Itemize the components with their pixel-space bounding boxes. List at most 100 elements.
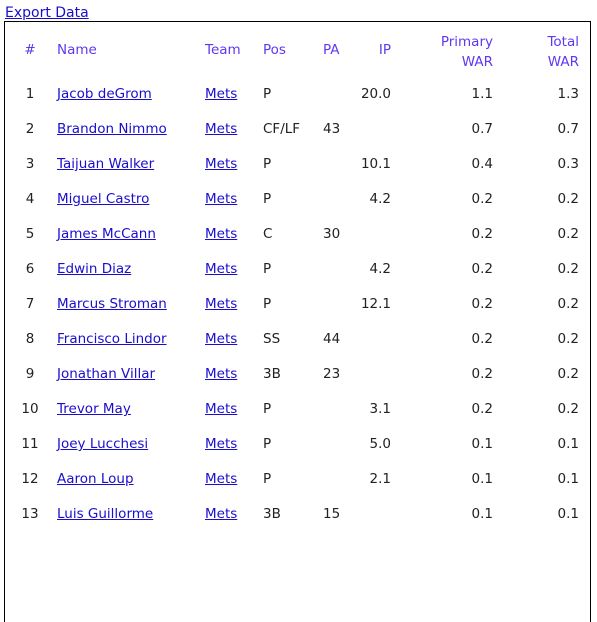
innings-pitched: 4.2 xyxy=(369,191,391,207)
table-row: 1 Jacob deGrom Mets P 20.0 1.1 1.3 xyxy=(5,86,590,106)
header-num[interactable]: # xyxy=(5,42,55,58)
position: 3B xyxy=(263,366,281,382)
total-war: 0.1 xyxy=(557,506,579,522)
table-row: 6 Edwin Diaz Mets P 4.2 0.2 0.2 xyxy=(5,261,590,281)
team-link[interactable]: Mets xyxy=(205,86,237,102)
primary-war: 1.1 xyxy=(471,86,493,102)
header-pa[interactable]: PA xyxy=(323,42,340,58)
player-link[interactable]: Edwin Diaz xyxy=(57,261,131,277)
primary-war: 0.2 xyxy=(471,191,493,207)
innings-pitched: 4.2 xyxy=(369,261,391,277)
player-link[interactable]: Joey Lucchesi xyxy=(57,436,148,452)
table-row: 11 Joey Lucchesi Mets P 5.0 0.1 0.1 xyxy=(5,436,590,456)
team-link[interactable]: Mets xyxy=(205,436,237,452)
player-link[interactable]: Taijuan Walker xyxy=(57,156,154,172)
export-data-link[interactable]: Export Data xyxy=(5,5,89,21)
position: P xyxy=(263,471,272,487)
row-num: 11 xyxy=(21,436,39,452)
plate-appearances: 15 xyxy=(323,506,341,522)
row-num: 1 xyxy=(25,86,35,102)
row-num: 6 xyxy=(25,261,35,277)
total-war: 0.1 xyxy=(557,436,579,452)
player-link[interactable]: Marcus Stroman xyxy=(57,296,167,312)
header-primary-war-line1: Primary xyxy=(440,34,493,50)
position: P xyxy=(263,156,272,172)
primary-war: 0.1 xyxy=(471,506,493,522)
total-war: 0.2 xyxy=(557,191,579,207)
primary-war: 0.2 xyxy=(471,226,493,242)
header-total-war[interactable]: Total WAR xyxy=(547,32,579,72)
player-link[interactable]: Francisco Lindor xyxy=(57,331,167,347)
position: P xyxy=(263,86,272,102)
total-war: 0.1 xyxy=(557,471,579,487)
table-row: 2 Brandon Nimmo Mets CF/LF 43 0.7 0.7 xyxy=(5,121,590,141)
row-num: 9 xyxy=(25,366,35,382)
team-link[interactable]: Mets xyxy=(205,471,237,487)
innings-pitched: 3.1 xyxy=(369,401,391,417)
header-ip[interactable]: IP xyxy=(379,42,391,58)
header-name[interactable]: Name xyxy=(57,42,97,58)
plate-appearances: 30 xyxy=(323,226,341,242)
total-war: 0.7 xyxy=(557,121,579,137)
primary-war: 0.2 xyxy=(471,366,493,382)
primary-war: 0.4 xyxy=(471,156,493,172)
primary-war: 0.1 xyxy=(471,436,493,452)
total-war: 0.2 xyxy=(557,331,579,347)
table-row: 10 Trevor May Mets P 3.1 0.2 0.2 xyxy=(5,401,590,421)
primary-war: 0.2 xyxy=(471,331,493,347)
innings-pitched: 5.0 xyxy=(369,436,391,452)
header-pos[interactable]: Pos xyxy=(263,42,286,58)
team-link[interactable]: Mets xyxy=(205,226,237,242)
table-row: 12 Aaron Loup Mets P 2.1 0.1 0.1 xyxy=(5,471,590,491)
team-link[interactable]: Mets xyxy=(205,261,237,277)
row-num: 3 xyxy=(25,156,35,172)
plate-appearances: 23 xyxy=(323,366,341,382)
team-link[interactable]: Mets xyxy=(205,366,237,382)
player-link[interactable]: Luis Guillorme xyxy=(57,506,153,522)
table-row: 8 Francisco Lindor Mets SS 44 0.2 0.2 xyxy=(5,331,590,351)
player-link[interactable]: Aaron Loup xyxy=(57,471,134,487)
innings-pitched: 20.0 xyxy=(360,86,391,102)
total-war: 0.3 xyxy=(557,156,579,172)
total-war: 1.3 xyxy=(557,86,579,102)
player-link[interactable]: Jacob deGrom xyxy=(57,86,152,102)
total-war: 0.2 xyxy=(557,401,579,417)
row-num: 4 xyxy=(25,191,35,207)
table-row: 13 Luis Guillorme Mets 3B 15 0.1 0.1 xyxy=(5,506,590,526)
team-link[interactable]: Mets xyxy=(205,296,237,312)
player-link[interactable]: Miguel Castro xyxy=(57,191,149,207)
table-row: 3 Taijuan Walker Mets P 10.1 0.4 0.3 xyxy=(5,156,590,176)
plate-appearances: 43 xyxy=(323,121,341,137)
team-link[interactable]: Mets xyxy=(205,401,237,417)
header-primary-war[interactable]: Primary WAR xyxy=(441,32,493,72)
primary-war: 0.2 xyxy=(471,401,493,417)
player-link[interactable]: Jonathan Villar xyxy=(57,366,155,382)
player-link[interactable]: Trevor May xyxy=(57,401,131,417)
table-row: 7 Marcus Stroman Mets P 12.1 0.2 0.2 xyxy=(5,296,590,316)
primary-war: 0.7 xyxy=(471,121,493,137)
team-link[interactable]: Mets xyxy=(205,156,237,172)
table-row: 4 Miguel Castro Mets P 4.2 0.2 0.2 xyxy=(5,191,590,211)
innings-pitched: 12.1 xyxy=(360,296,391,312)
header-team[interactable]: Team xyxy=(205,42,241,58)
player-link[interactable]: James McCann xyxy=(57,226,156,242)
table-header: # Name Team Pos PA IP Primary WAR Total WA… xyxy=(5,32,590,72)
team-link[interactable]: Mets xyxy=(205,506,237,522)
total-war: 0.2 xyxy=(557,296,579,312)
team-link[interactable]: Mets xyxy=(205,121,237,137)
primary-war: 0.1 xyxy=(471,471,493,487)
position: P xyxy=(263,261,272,277)
row-num: 13 xyxy=(21,506,39,522)
team-link[interactable]: Mets xyxy=(205,191,237,207)
position: P xyxy=(263,401,272,417)
player-link[interactable]: Brandon Nimmo xyxy=(57,121,167,137)
position: P xyxy=(263,436,272,452)
position: C xyxy=(263,226,273,242)
row-num: 8 xyxy=(25,331,35,347)
position: CF/LF xyxy=(263,121,301,137)
plate-appearances: 44 xyxy=(323,331,341,347)
total-war: 0.2 xyxy=(557,226,579,242)
team-link[interactable]: Mets xyxy=(205,331,237,347)
position: P xyxy=(263,191,272,207)
row-num: 2 xyxy=(25,121,35,137)
